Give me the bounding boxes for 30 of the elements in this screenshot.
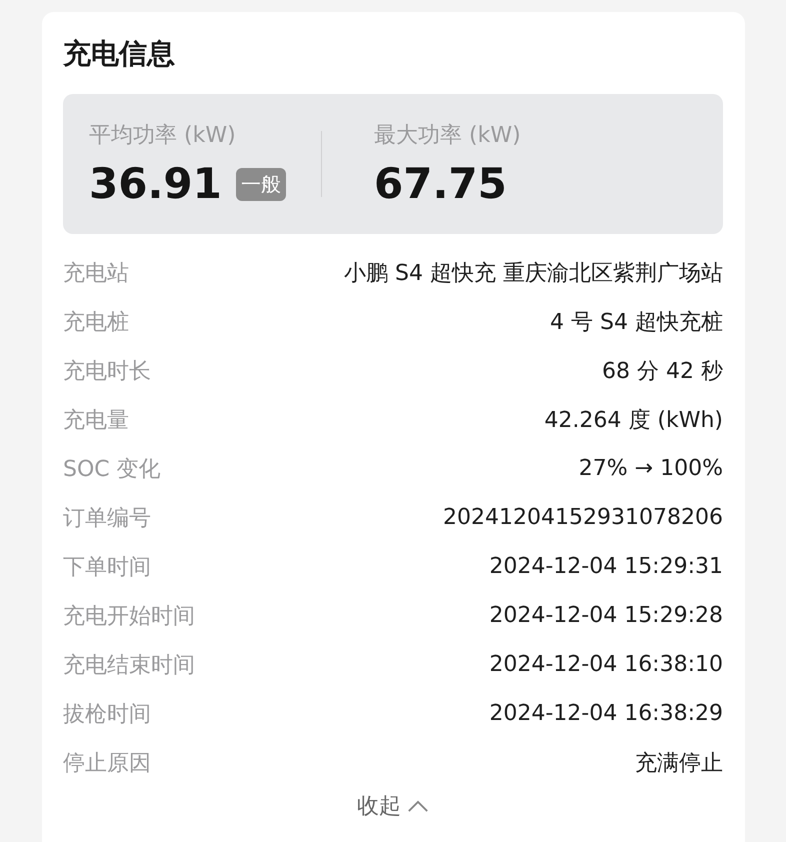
chevron-up-icon bbox=[407, 800, 429, 812]
field-value: 4 号 S4 超快充桩 bbox=[550, 308, 723, 336]
field-label: 充电桩 bbox=[63, 308, 129, 336]
field-value: 2024-12-04 16:38:29 bbox=[489, 701, 723, 726]
field-label: 充电量 bbox=[63, 406, 129, 434]
field-label: 拔枪时间 bbox=[63, 700, 151, 728]
field-value: 充满停止 bbox=[635, 750, 723, 778]
section-title: 充电信息 bbox=[63, 36, 176, 72]
stat-value: 36.91 bbox=[89, 160, 222, 208]
field-value: 2024-12-04 16:38:10 bbox=[489, 652, 723, 677]
field-label: 充电站 bbox=[63, 260, 129, 288]
field-label: 下单时间 bbox=[63, 554, 151, 582]
field-label: 充电开始时间 bbox=[63, 602, 195, 630]
field-value: 20241204152931078206 bbox=[443, 505, 723, 530]
stat-value: 67.75 bbox=[374, 160, 507, 208]
field-label: 订单编号 bbox=[63, 504, 151, 532]
field-value: 27% → 100% bbox=[578, 456, 723, 481]
rating-badge: 一般 bbox=[236, 168, 286, 200]
field-value: 68 分 42 秒 bbox=[602, 358, 723, 386]
field-value: 42.264 度 (kWh) bbox=[544, 406, 723, 434]
field-label: 充电时长 bbox=[63, 358, 151, 386]
field-label: SOC 变化 bbox=[63, 456, 161, 484]
field-label: 充电结束时间 bbox=[63, 652, 195, 680]
stat-label: 最大功率 (kW) bbox=[374, 122, 521, 150]
field-value: 2024-12-04 15:29:28 bbox=[489, 603, 723, 628]
collapse-button[interactable]: 收起 bbox=[357, 791, 429, 821]
field-value: 小鹏 S4 超快充 重庆渝北区紫荆广场站 bbox=[344, 260, 723, 288]
field-value: 2024-12-04 15:29:31 bbox=[489, 554, 723, 579]
field-label: 停止原因 bbox=[63, 750, 151, 778]
stat-label: 平均功率 (kW) bbox=[89, 122, 237, 150]
